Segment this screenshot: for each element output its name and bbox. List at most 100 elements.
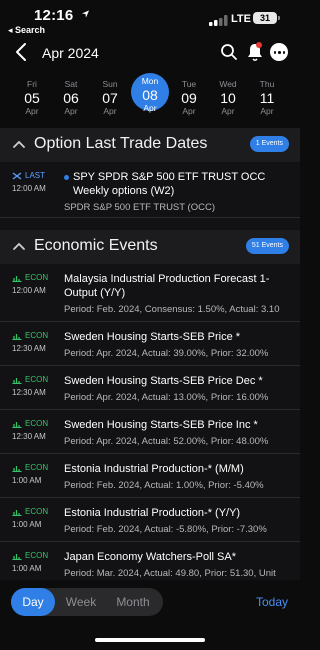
day-item-selected[interactable]: Mon 08 Apr bbox=[131, 73, 169, 113]
event-name: Estonia Industrial Production-* (Y/Y) bbox=[64, 507, 241, 519]
event-details: Period: Feb. 2024, Actual: -5.80%, Prior… bbox=[64, 524, 267, 535]
event-tag: ECON bbox=[12, 375, 48, 384]
chevron-up-icon bbox=[13, 242, 25, 250]
section-header-economic-events[interactable]: Economic Events 51 Events bbox=[0, 230, 300, 264]
day-month: Apr bbox=[103, 106, 117, 116]
day-month: Apr bbox=[260, 106, 274, 116]
view-segmented-control: Day Week Month bbox=[11, 588, 163, 616]
event-time: 12:30 AM bbox=[12, 432, 46, 441]
view-week-button[interactable]: Week bbox=[57, 588, 105, 616]
day-name: Thu bbox=[259, 79, 275, 89]
event-row[interactable]: ECON 1:00 AM Estonia Industrial Producti… bbox=[0, 454, 300, 498]
month-title[interactable]: Apr 2024 bbox=[42, 45, 99, 61]
event-name: Sweden Housing Starts-SEB Price Inc * bbox=[64, 419, 258, 431]
day-name: Sun bbox=[102, 79, 118, 89]
event-tag: ECON bbox=[12, 463, 48, 472]
more-options-icon[interactable] bbox=[270, 43, 288, 61]
event-row[interactable]: ECON 12:30 AM Sweden Housing Starts-SEB … bbox=[0, 322, 300, 366]
event-name: Japan Economy Watchers-Poll SA* bbox=[64, 551, 236, 563]
event-tag: ECON bbox=[12, 551, 48, 560]
event-count-badge: 51 Events bbox=[245, 238, 289, 254]
calendar-header: Apr 2024 bbox=[0, 38, 300, 66]
view-day-button[interactable]: Day bbox=[11, 588, 55, 616]
bottom-bar: Day Week Month Today bbox=[0, 580, 300, 650]
day-strip: Fri 05 Apr Sat 06 Apr Sun 07 Apr Mon 08 … bbox=[0, 73, 300, 117]
section-header-option-dates[interactable]: Option Last Trade Dates 1 Events bbox=[0, 128, 300, 162]
events-list[interactable]: Option Last Trade Dates 1 Events LAST 12… bbox=[0, 128, 300, 580]
chevron-up-icon bbox=[13, 140, 25, 148]
event-row[interactable]: LAST 12:00 AM SPY SPDR S&P 500 ETF TRUST… bbox=[0, 162, 300, 218]
status-bar: 12:16 ◂ Search LTE 31 bbox=[0, 0, 300, 36]
day-month: Apr bbox=[143, 103, 157, 113]
back-chevron-icon[interactable] bbox=[14, 42, 28, 62]
econ-chart-icon bbox=[12, 465, 22, 472]
event-time: 1:00 AM bbox=[12, 520, 42, 529]
section-title: Option Last Trade Dates bbox=[34, 135, 208, 152]
event-details: Period: Mar. 2024, Actual: 49.80, Prior:… bbox=[64, 568, 276, 579]
day-item[interactable]: Sat 06 Apr bbox=[52, 75, 90, 117]
day-item[interactable]: Fri 05 Apr bbox=[13, 75, 51, 117]
event-tag-label: ECON bbox=[25, 273, 49, 282]
econ-chart-icon bbox=[12, 275, 22, 282]
event-details: Period: Apr. 2024, Actual: 13.00%, Prior… bbox=[64, 392, 269, 403]
event-row[interactable]: ECON 12:30 AM Sweden Housing Starts-SEB … bbox=[0, 410, 300, 454]
event-tag-label: LAST bbox=[25, 171, 46, 180]
event-row[interactable]: ECON 12:30 AM Sweden Housing Starts-SEB … bbox=[0, 366, 300, 410]
event-marker-dot bbox=[64, 175, 69, 180]
network-type: LTE bbox=[231, 13, 251, 25]
event-count-badge: 1 Events bbox=[249, 136, 289, 152]
event-details: Period: Feb. 2024, Consensus: 1.50%, Act… bbox=[64, 304, 280, 315]
econ-chart-icon bbox=[12, 333, 22, 340]
day-month: Apr bbox=[64, 106, 78, 116]
day-name: Sat bbox=[64, 79, 78, 89]
view-month-button[interactable]: Month bbox=[107, 588, 159, 616]
day-name: Wed bbox=[219, 79, 237, 89]
day-month: Apr bbox=[221, 106, 235, 116]
last-trade-icon bbox=[12, 171, 22, 180]
econ-chart-icon bbox=[12, 553, 22, 560]
status-time: 12:16 bbox=[34, 7, 74, 24]
battery-icon: 31 bbox=[253, 12, 280, 24]
event-name: Sweden Housing Starts-SEB Price Dec * bbox=[64, 375, 263, 387]
event-row[interactable]: ECON 12:00 AM Malaysia Industrial Produc… bbox=[0, 264, 300, 322]
event-tag: ECON bbox=[12, 507, 48, 516]
event-tag-label: ECON bbox=[25, 551, 49, 560]
day-item[interactable]: Sun 07 Apr bbox=[91, 75, 129, 117]
today-button[interactable]: Today bbox=[256, 595, 288, 609]
day-date: 08 bbox=[142, 87, 158, 103]
back-to-search-link[interactable]: ◂ Search bbox=[8, 25, 45, 36]
day-item[interactable]: Thu 11 Apr bbox=[248, 75, 286, 117]
event-tag-label: ECON bbox=[25, 375, 49, 384]
event-name: SPY SPDR S&P 500 ETF TRUST OCC Weekly op… bbox=[73, 171, 266, 197]
event-time: 12:30 AM bbox=[12, 344, 46, 353]
event-details: Period: Apr. 2024, Actual: 39.00%, Prior… bbox=[64, 348, 269, 359]
search-icon[interactable] bbox=[220, 43, 238, 61]
day-name: Fri bbox=[27, 79, 37, 89]
notification-badge bbox=[256, 42, 262, 48]
section-title: Economic Events bbox=[34, 237, 158, 254]
day-name: Mon bbox=[141, 76, 159, 86]
event-row[interactable]: ECON 1:00 AM Japan Economy Watchers-Poll… bbox=[0, 542, 300, 580]
day-date: 05 bbox=[24, 90, 40, 106]
event-time: 1:00 AM bbox=[12, 476, 42, 485]
day-item[interactable]: Wed 10 Apr bbox=[209, 75, 247, 117]
event-name: Estonia Industrial Production-* (M/M) bbox=[64, 463, 244, 475]
event-tag-label: ECON bbox=[25, 419, 49, 428]
day-item[interactable]: Tue 09 Apr bbox=[170, 75, 208, 117]
home-indicator bbox=[95, 638, 205, 642]
event-time: 12:00 AM bbox=[12, 286, 46, 295]
day-date: 09 bbox=[181, 90, 197, 106]
location-arrow-icon bbox=[81, 10, 90, 18]
event-name: Sweden Housing Starts-SEB Price * bbox=[64, 331, 241, 343]
event-time: 1:00 AM bbox=[12, 564, 42, 573]
event-time: 12:30 AM bbox=[12, 388, 46, 397]
day-date: 07 bbox=[102, 90, 118, 106]
event-row[interactable]: ECON 1:00 AM Estonia Industrial Producti… bbox=[0, 498, 300, 542]
day-month: Apr bbox=[182, 106, 196, 116]
event-details: SPDR S&P 500 ETF TRUST (OCC) bbox=[64, 202, 215, 213]
event-time: 12:00 AM bbox=[12, 184, 46, 193]
econ-chart-icon bbox=[12, 421, 22, 428]
event-details: Period: Feb. 2024, Actual: 1.00%, Prior:… bbox=[64, 480, 264, 491]
event-tag-label: ECON bbox=[25, 507, 49, 516]
day-date: 10 bbox=[220, 90, 236, 106]
